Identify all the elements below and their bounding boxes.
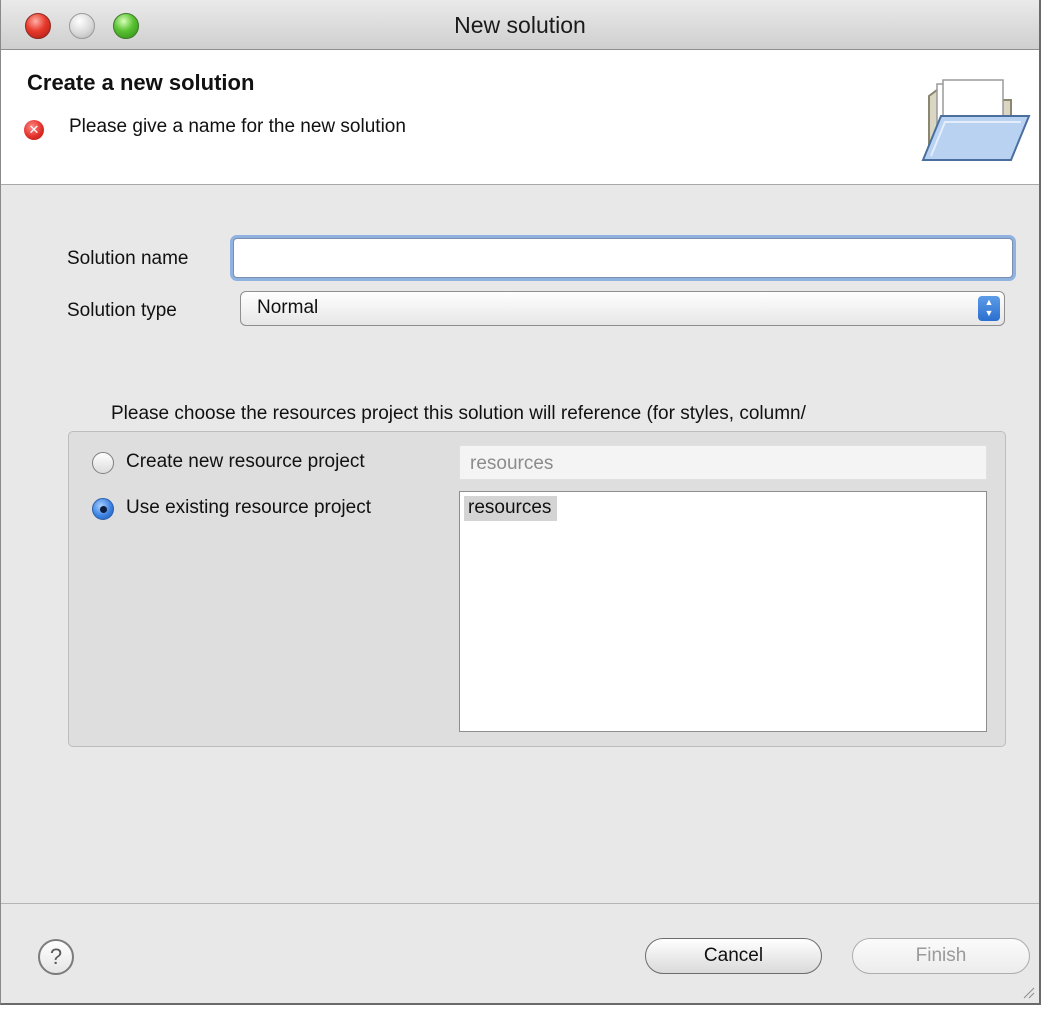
- solution-type-value: Normal: [257, 297, 319, 318]
- title-bar: New solution: [1, 0, 1039, 50]
- error-message: Please give a name for the new solution: [69, 116, 406, 137]
- open-folder-icon: [921, 79, 1031, 161]
- existing-resources-list[interactable]: resources: [459, 491, 987, 732]
- help-icon[interactable]: ?: [38, 939, 74, 975]
- footer-divider: [1, 903, 1039, 904]
- new-solution-dialog: New solution Create a new solution ✕ Ple…: [0, 0, 1041, 1005]
- solution-name-input[interactable]: [233, 238, 1013, 278]
- error-icon: ✕: [24, 120, 44, 140]
- window-title: New solution: [454, 12, 586, 38]
- solution-name-label: Solution name: [67, 248, 189, 269]
- solution-type-label: Solution type: [67, 300, 177, 321]
- solution-type-select[interactable]: Normal ▲ ▼: [240, 291, 1005, 326]
- use-existing-resource-label: Use existing resource project: [126, 497, 371, 518]
- create-new-resource-radio[interactable]: [92, 452, 114, 474]
- finish-button[interactable]: Finish: [852, 938, 1030, 974]
- resources-description: Please choose the resources project this…: [111, 403, 806, 424]
- page-title: Create a new solution: [27, 70, 255, 95]
- wizard-header: Create a new solution ✕ Please give a na…: [1, 50, 1039, 185]
- use-existing-resource-radio[interactable]: [92, 498, 114, 520]
- create-new-resource-label: Create new resource project: [126, 451, 365, 472]
- new-resource-name-input: resources: [459, 445, 987, 480]
- resize-grip-icon[interactable]: [1019, 983, 1035, 999]
- select-arrows-icon: ▲ ▼: [978, 296, 1000, 321]
- list-item[interactable]: resources: [464, 496, 558, 521]
- cancel-button[interactable]: Cancel: [645, 938, 822, 974]
